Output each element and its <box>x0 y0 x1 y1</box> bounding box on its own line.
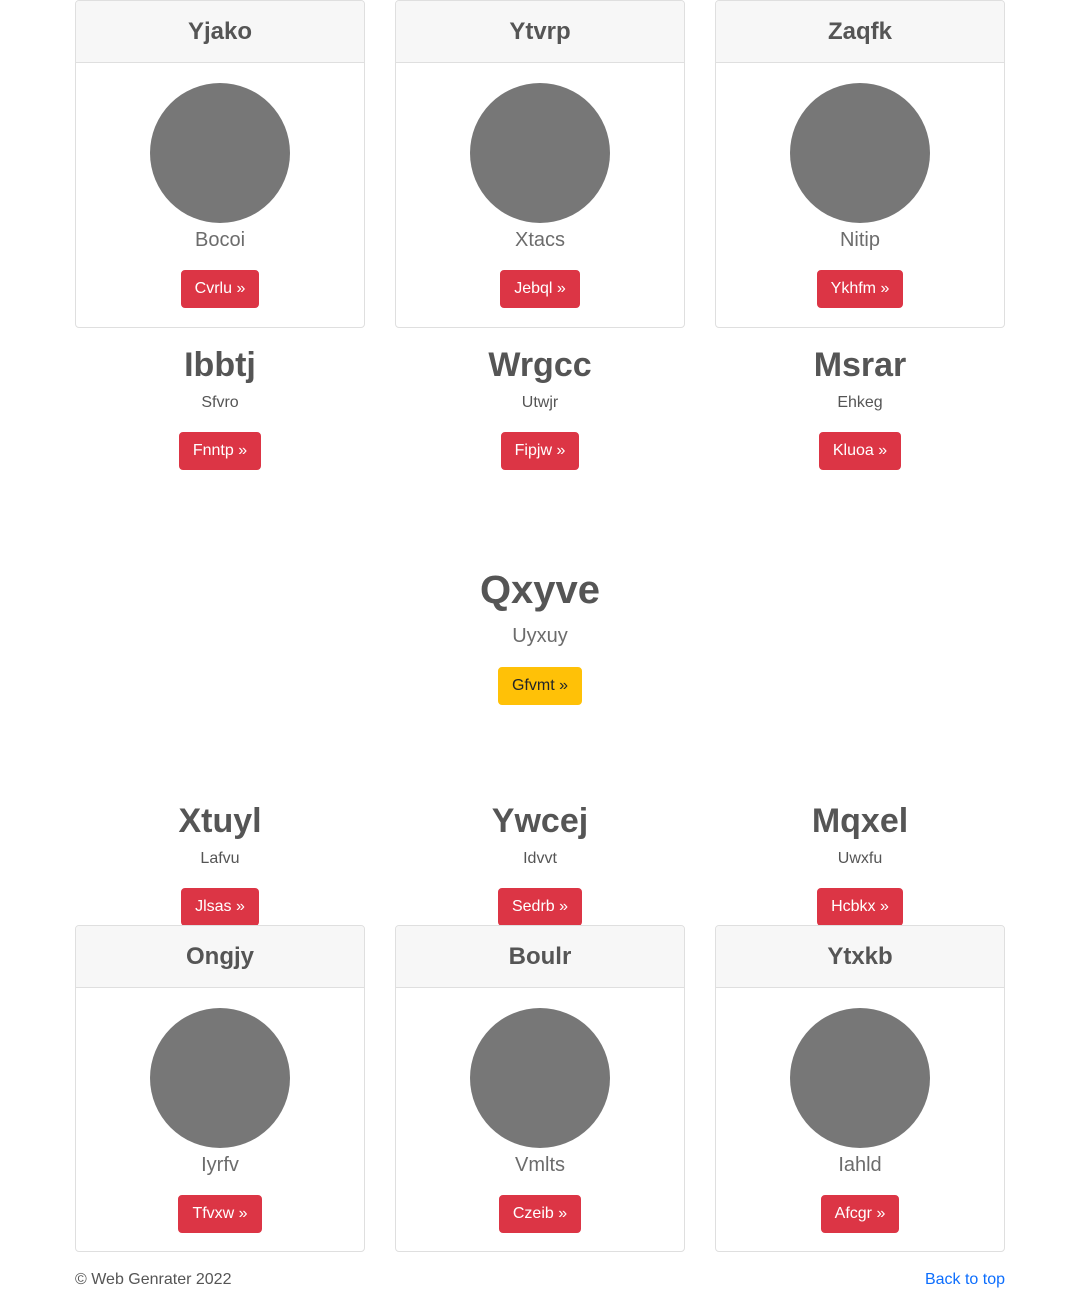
avatar-image <box>790 1008 930 1148</box>
card-5: Boulr Vmlts Czeib » <box>395 925 685 1252</box>
card-title: Yjako <box>76 1 364 63</box>
feature-5: Ywcej Idvvt Sedrb » <box>395 801 685 926</box>
card-subtitle: Iahld <box>838 1154 882 1176</box>
card-title: Boulr <box>396 926 684 988</box>
feature-subtitle: Sfvro <box>201 394 239 411</box>
hero-subtitle: Uyxuy <box>512 625 568 647</box>
feature-button[interactable]: Kluoa » <box>818 432 902 470</box>
footer-copyright: © Web Genrater 2022 <box>75 1271 232 1288</box>
card-subtitle: Xtacs <box>514 229 566 251</box>
card-button[interactable]: Ykhfm » <box>816 270 904 308</box>
feature-button[interactable]: Jlsas » <box>181 888 259 926</box>
card-subtitle: Nitip <box>839 229 880 251</box>
feature-title: Msrar <box>813 346 907 384</box>
card-subtitle: Iyrfv <box>201 1154 239 1176</box>
hero-button[interactable]: Gfvmt » <box>497 667 582 705</box>
feature-subtitle: Idvvt <box>523 850 557 867</box>
avatar-image <box>790 83 930 223</box>
feature-title: Ibbtj <box>184 346 256 384</box>
back-to-top-link[interactable]: Back to top <box>925 1271 1005 1289</box>
feature-2: Wrgcc Utwjr Fipjw » <box>395 345 685 470</box>
feature-title: Mqxel <box>811 802 909 840</box>
feature-title: Wrgcc <box>488 346 592 384</box>
feature-subtitle: Uwxfu <box>837 850 883 867</box>
feature-1: Ibbtj Sfvro Fnntp » <box>75 345 365 470</box>
card-1: Yjako Bocoi Cvrlu » <box>75 0 365 328</box>
card-subtitle: Vmlts <box>515 1154 565 1176</box>
card-button[interactable]: Tfvxw » <box>178 1195 262 1233</box>
card-button[interactable]: Jebql » <box>500 270 580 308</box>
card-4: Ongjy Iyrfv Tfvxw » <box>75 925 365 1252</box>
card-subtitle: Bocoi <box>194 229 246 251</box>
card-6: Ytxkb Iahld Afcgr » <box>715 925 1005 1252</box>
card-3: Zaqfk Nitip Ykhfm » <box>715 0 1005 328</box>
feature-6: Mqxel Uwxfu Hcbkx » <box>715 801 1005 926</box>
avatar-image <box>150 1008 290 1148</box>
feature-title: Ywcej <box>491 802 589 840</box>
hero-title: Qxyve <box>479 568 601 612</box>
avatar-image <box>470 83 610 223</box>
feature-subtitle: Utwjr <box>521 394 559 411</box>
avatar-image <box>150 83 290 223</box>
feature-button[interactable]: Hcbkx » <box>817 888 903 926</box>
feature-4: Xtuyl Lafvu Jlsas » <box>75 801 365 926</box>
card-title: Ytxkb <box>716 926 1004 988</box>
feature-title: Xtuyl <box>178 802 262 840</box>
feature-button[interactable]: Fipjw » <box>500 432 580 470</box>
card-button[interactable]: Afcgr » <box>820 1195 900 1233</box>
card-button[interactable]: Czeib » <box>498 1195 582 1233</box>
feature-subtitle: Ehkeg <box>837 394 883 411</box>
feature-subtitle: Lafvu <box>200 850 240 867</box>
feature-button[interactable]: Fnntp » <box>178 432 262 470</box>
feature-button[interactable]: Sedrb » <box>497 888 583 926</box>
card-title: Ongjy <box>76 926 364 988</box>
feature-3: Msrar Ehkeg Kluoa » <box>715 345 1005 470</box>
card-2: Ytvrp Xtacs Jebql » <box>395 0 685 328</box>
card-button[interactable]: Cvrlu » <box>180 270 260 308</box>
card-title: Ytvrp <box>396 1 684 63</box>
avatar-image <box>470 1008 610 1148</box>
hero-section: Qxyve Uyxuy Gfvmt » <box>0 565 1080 705</box>
card-title: Zaqfk <box>716 1 1004 63</box>
